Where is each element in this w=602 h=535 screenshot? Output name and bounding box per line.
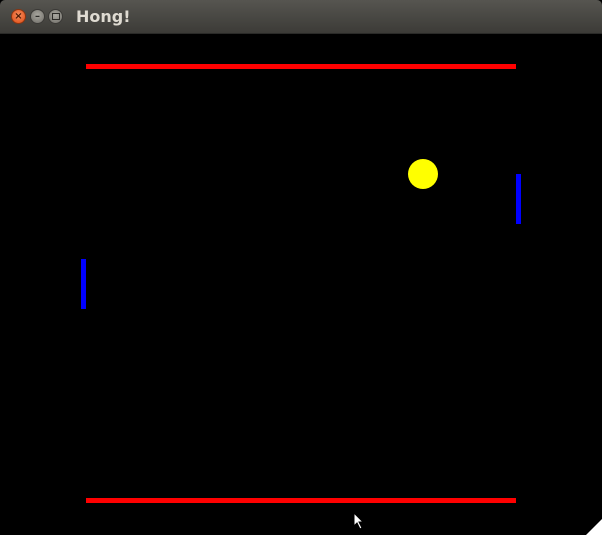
top-wall xyxy=(86,64,516,69)
game-window: × – Hong! xyxy=(0,0,602,535)
close-button[interactable]: × xyxy=(11,9,26,24)
maximize-icon xyxy=(51,13,60,20)
right-paddle xyxy=(516,174,521,224)
ball xyxy=(408,159,438,189)
window-title: Hong! xyxy=(76,7,131,26)
resize-grip-icon[interactable] xyxy=(586,519,602,535)
title-bar[interactable]: × – Hong! xyxy=(0,0,602,34)
maximize-button[interactable] xyxy=(48,9,63,24)
minimize-icon: – xyxy=(35,10,40,22)
close-icon: × xyxy=(14,10,23,22)
game-canvas[interactable] xyxy=(1,34,601,534)
minimize-button[interactable]: – xyxy=(30,9,45,24)
bottom-wall xyxy=(86,498,516,503)
left-paddle xyxy=(81,259,86,309)
mouse-cursor-icon xyxy=(353,512,365,530)
